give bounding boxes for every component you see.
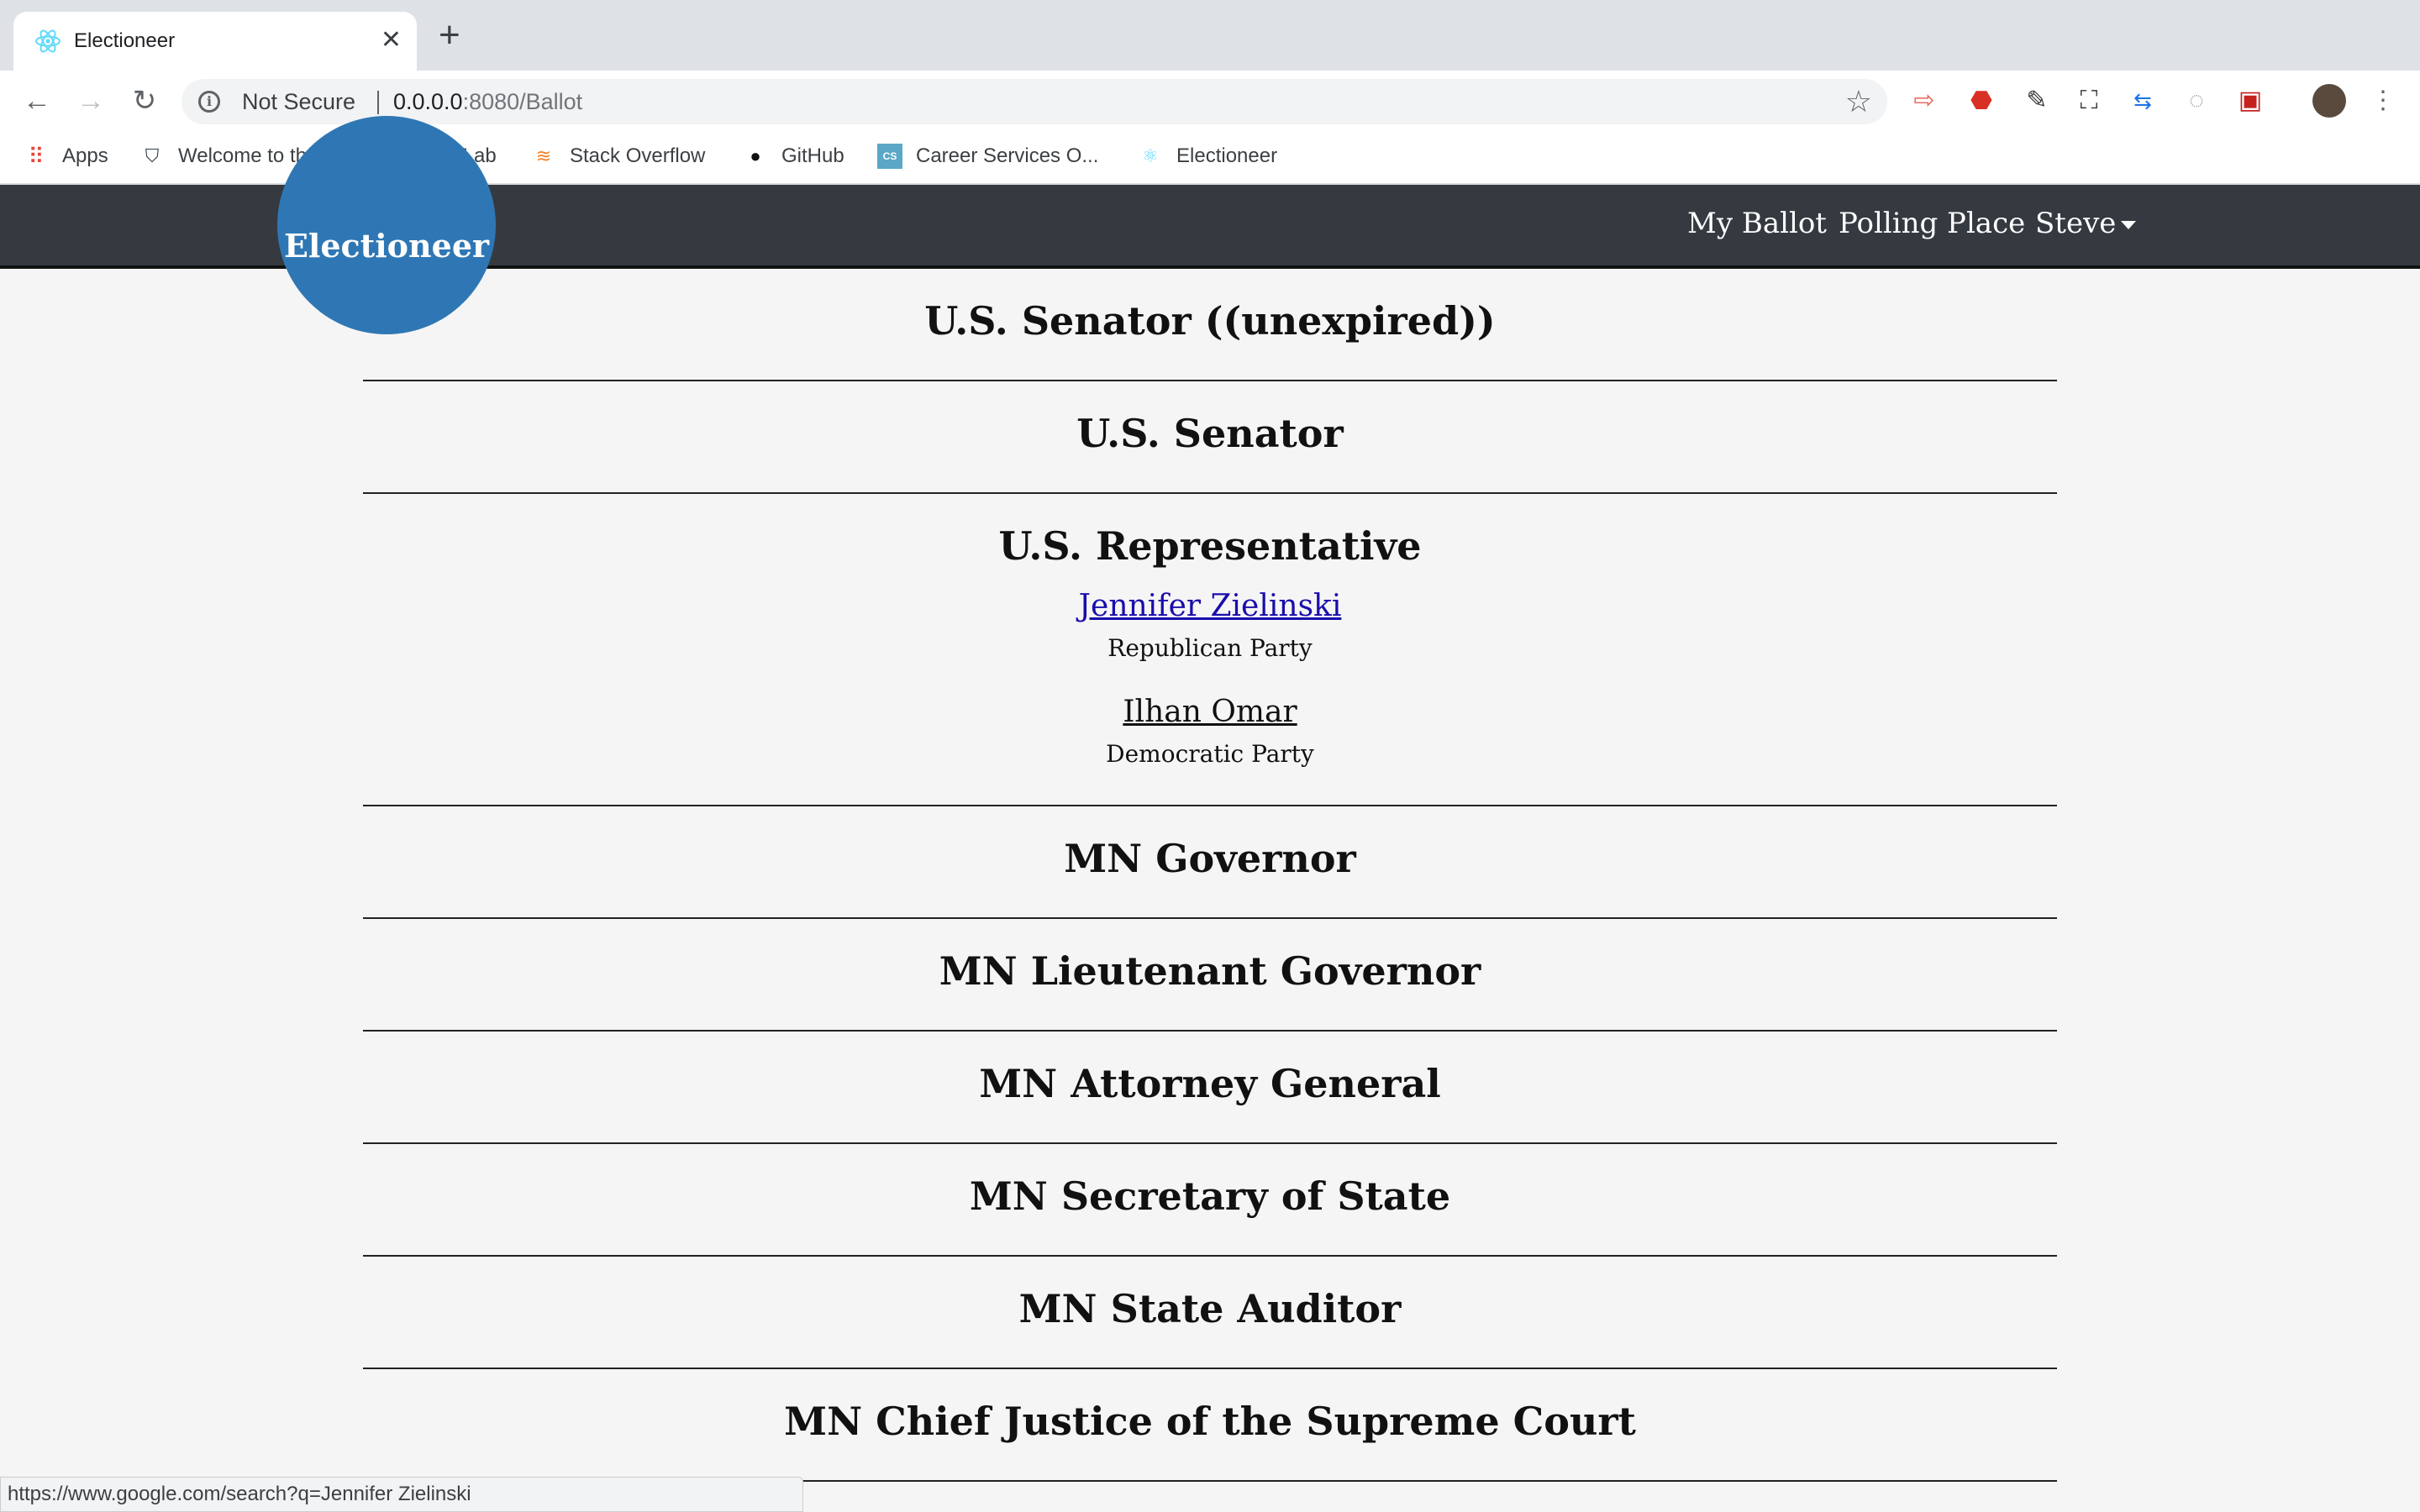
url-host: 0.0.0.0 bbox=[393, 89, 463, 114]
race-title: MN Chief Justice of the Supreme Court bbox=[784, 1399, 1636, 1444]
browser-tab[interactable]: Electioneer ✕ bbox=[13, 12, 417, 71]
reload-icon[interactable]: ↻ bbox=[124, 81, 165, 121]
candidate-party: Democratic Party bbox=[1106, 740, 1314, 768]
tab-strip: Electioneer ✕ + bbox=[0, 0, 2420, 71]
bookmark-label: Apps bbox=[62, 144, 108, 167]
bookmark-label: Stack Overflow bbox=[570, 144, 706, 167]
race-title: MN Governor bbox=[1064, 836, 1356, 881]
bookmark-electioneer[interactable]: ⚛ Electioneer bbox=[1138, 139, 1277, 173]
extension-transfer-icon[interactable]: ⇆ bbox=[2126, 84, 2160, 118]
race-section: U.S. Representative Jennifer Zielinski R… bbox=[363, 494, 2057, 806]
race-section: MN Attorney General bbox=[363, 1032, 2057, 1144]
bookmark-label: GitHub bbox=[781, 144, 844, 167]
brand-title: Electioneer bbox=[283, 227, 490, 265]
candidate-item: Ilhan Omar Democratic Party bbox=[363, 692, 2057, 773]
race-title: MN State Auditor bbox=[1018, 1286, 1402, 1331]
race-title: MN Lieutenant Governor bbox=[939, 948, 1481, 994]
user-name: Steve bbox=[2035, 207, 2117, 240]
url-path: :8080/Ballot bbox=[462, 89, 583, 114]
back-arrow-icon[interactable]: ← bbox=[17, 81, 57, 121]
extension-circle-icon[interactable]: ◌ bbox=[2180, 84, 2213, 118]
nav-polling-place[interactable]: Polling Place bbox=[1839, 207, 2025, 240]
race-title: U.S. Representative bbox=[998, 523, 1422, 569]
close-tab-icon[interactable]: ✕ bbox=[381, 25, 402, 55]
race-section: MN Secretary of State bbox=[363, 1144, 2057, 1257]
link-status-bar: https://www.google.com/search?q=Jennifer… bbox=[0, 1477, 803, 1512]
extension-adblock-icon[interactable]: ⬣ bbox=[1965, 84, 1998, 118]
candidate-party: Republican Party bbox=[1107, 634, 1313, 662]
race-section: MN State Auditor bbox=[363, 1257, 2057, 1369]
address-bar[interactable]: i Not Secure 0.0.0.0:8080/Ballot ☆ bbox=[182, 79, 1887, 124]
shield-bookmark-icon: ⛉ bbox=[145, 145, 160, 166]
extension-red-icon[interactable]: ▣ bbox=[2233, 84, 2267, 118]
race-title: U.S. Senator bbox=[1076, 411, 1344, 456]
extension-cast-icon[interactable]: ⇨ bbox=[1907, 84, 1941, 118]
candidate-name-link[interactable]: Ilhan Omar bbox=[363, 692, 2057, 732]
tab-title: Electioneer bbox=[74, 29, 176, 52]
race-section: MN Chief Justice of the Supreme Court bbox=[363, 1369, 2057, 1482]
brand-logo-circle[interactable] bbox=[277, 116, 496, 334]
race-title: U.S. Senator ((unexpired)) bbox=[924, 298, 1496, 344]
candidate-list: Jennifer Zielinski Republican Party Ilha… bbox=[363, 586, 2057, 805]
nav-my-ballot[interactable]: My Ballot bbox=[1687, 207, 1827, 240]
candidate-item: Jennifer Zielinski Republican Party bbox=[363, 586, 2057, 667]
bookmark-label: Electioneer bbox=[1176, 144, 1278, 167]
info-icon[interactable]: i bbox=[198, 91, 220, 113]
bookmark-star-icon[interactable]: ☆ bbox=[1845, 86, 1872, 118]
omnibox-divider bbox=[377, 91, 379, 114]
race-section: U.S. Senator ((unexpired)) bbox=[363, 269, 2057, 381]
user-dropdown[interactable]: Steve bbox=[2035, 207, 2137, 240]
apps-grid-icon: ⠿ bbox=[28, 144, 45, 169]
race-section: MN Governor bbox=[363, 806, 2057, 919]
menu-kebab-icon[interactable]: ⋮ bbox=[2366, 84, 2400, 118]
race-section: U.S. Senator bbox=[363, 381, 2057, 494]
github-icon: ● bbox=[750, 145, 761, 166]
chevron-down-icon bbox=[2121, 221, 2137, 229]
react-icon bbox=[35, 29, 60, 53]
forward-arrow-icon[interactable]: → bbox=[71, 81, 111, 121]
race-title: MN Secretary of State bbox=[969, 1173, 1451, 1219]
bookmark-stackoverflow[interactable]: ≋ Stack Overflow bbox=[531, 139, 706, 173]
bookmark-label: Career Services O... bbox=[916, 144, 1099, 167]
cs-icon: CS bbox=[877, 144, 902, 169]
bookmark-github[interactable]: ● GitHub bbox=[743, 139, 844, 173]
new-tab-icon[interactable]: + bbox=[439, 17, 460, 54]
profile-avatar[interactable] bbox=[2312, 84, 2346, 118]
bookmark-career-services[interactable]: CS Career Services O... bbox=[877, 139, 1098, 173]
bookmark-apps[interactable]: ⠿ Apps bbox=[24, 139, 108, 173]
candidate-name-link[interactable]: Jennifer Zielinski bbox=[363, 586, 2057, 627]
extension-screenshot-icon[interactable]: ⛶ bbox=[2072, 84, 2106, 118]
race-title: MN Attorney General bbox=[979, 1061, 1441, 1106]
url-text[interactable]: 0.0.0.0:8080/Ballot bbox=[393, 89, 582, 114]
react-icon: ⚛ bbox=[1142, 145, 1159, 166]
stackoverflow-icon: ≋ bbox=[535, 145, 552, 166]
security-label: Not Secure bbox=[242, 89, 356, 114]
ballot-list: U.S. Senator ((unexpired)) U.S. Senator … bbox=[363, 269, 2057, 1482]
extension-eyedropper-icon[interactable]: ✎ bbox=[2020, 84, 2054, 118]
race-section: MN Lieutenant Governor bbox=[363, 919, 2057, 1032]
